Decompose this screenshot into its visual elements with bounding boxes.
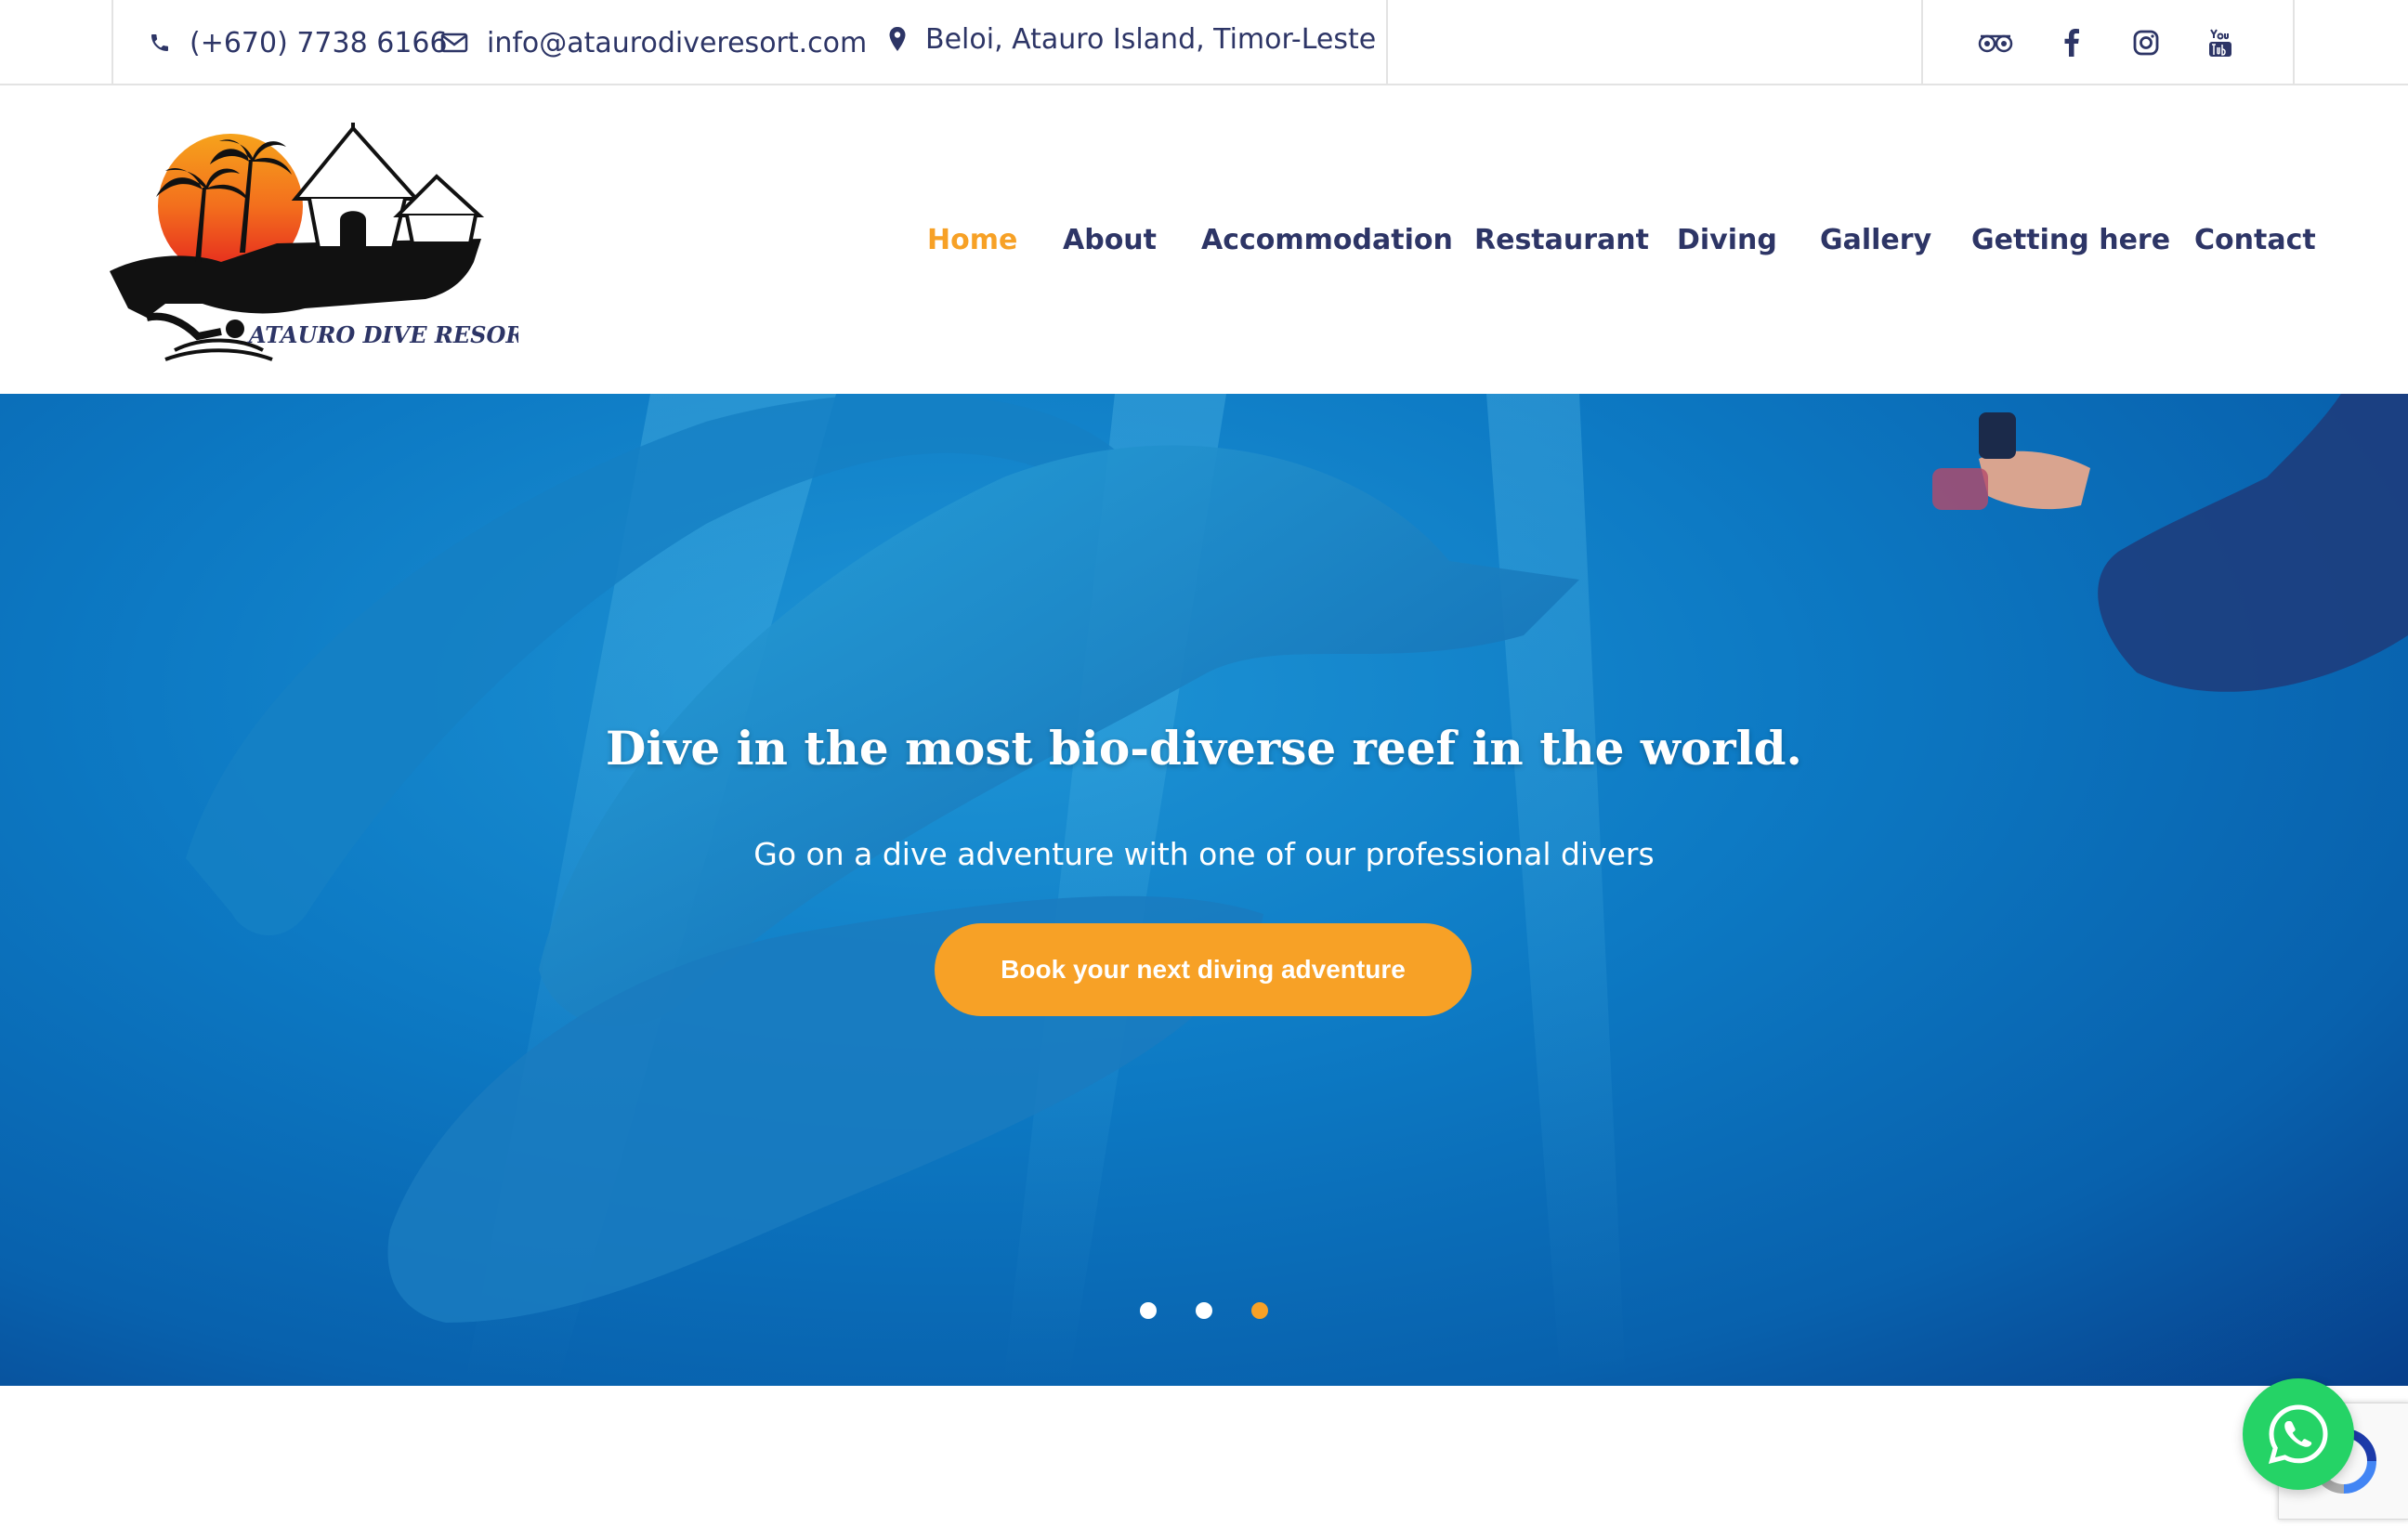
- top-bar: (+670) 7738 6166 info@ataurodiveresort.c…: [0, 0, 2408, 85]
- instagram-icon: [2133, 30, 2159, 56]
- location-text: Beloi, Atauro Island, Timor-Leste: [925, 22, 1377, 56]
- email-contact[interactable]: info@ataurodiveresort.com: [440, 0, 867, 85]
- facebook-icon: [2064, 29, 2079, 57]
- nav-gallery[interactable]: Gallery: [1820, 85, 1931, 394]
- email-text: info@ataurodiveresort.com: [487, 26, 868, 59]
- youtube-icon: [2209, 29, 2231, 57]
- envelope-icon: [440, 33, 468, 53]
- tripadvisor-icon: [1978, 34, 2013, 53]
- hero-title: Dive in the most bio-diverse reef in the…: [606, 721, 1802, 776]
- divider: [111, 0, 113, 85]
- hero-slider: Dive in the most bio-diverse reef in the…: [0, 394, 2408, 1386]
- divider: [1386, 0, 1388, 85]
- logo-image: ATAURO DIVE RESORT: [110, 123, 543, 361]
- logo-text: ATAURO DIVE RESORT: [247, 321, 518, 348]
- hero-background-image: [186, 394, 2408, 1386]
- slider-dot-2[interactable]: [1196, 1302, 1212, 1319]
- map-marker-icon: [889, 27, 906, 51]
- phone-contact[interactable]: (+670) 7738 6166: [149, 0, 448, 85]
- book-diving-button[interactable]: Book your next diving adventure: [935, 923, 1472, 1016]
- nav-restaurant[interactable]: Restaurant: [1474, 85, 1649, 394]
- location-contact[interactable]: Beloi, Atauro Island, Timor-Leste: [888, 0, 1376, 82]
- nav-home[interactable]: Home: [927, 85, 1017, 394]
- whatsapp-icon: [2268, 1404, 2328, 1465]
- nav-about[interactable]: About: [1063, 85, 1157, 394]
- nav-accommodation[interactable]: Accommodation: [1201, 85, 1453, 394]
- whatsapp-chat-button[interactable]: [2243, 1378, 2354, 1490]
- facebook-link[interactable]: [2049, 20, 2094, 65]
- site-header: ATAURO DIVE RESORT Home About Accommodat…: [0, 85, 2408, 394]
- slider-dot-3[interactable]: [1251, 1302, 1268, 1319]
- nav-contact[interactable]: Contact: [2194, 85, 2316, 394]
- phone-icon: [151, 34, 168, 51]
- nav-getting-here[interactable]: Getting here: [1971, 85, 2170, 394]
- hero-subtitle: Go on a dive adventure with one of our p…: [753, 836, 1655, 872]
- slider-dot-1[interactable]: [1140, 1302, 1157, 1319]
- divider: [1921, 0, 1923, 85]
- divider: [2293, 0, 2295, 85]
- nav-diving[interactable]: Diving: [1677, 85, 1777, 394]
- tripadvisor-link[interactable]: [1973, 20, 2018, 65]
- youtube-link[interactable]: [2198, 20, 2243, 65]
- instagram-link[interactable]: [2124, 20, 2168, 65]
- phone-text: (+670) 7738 6166: [190, 26, 448, 59]
